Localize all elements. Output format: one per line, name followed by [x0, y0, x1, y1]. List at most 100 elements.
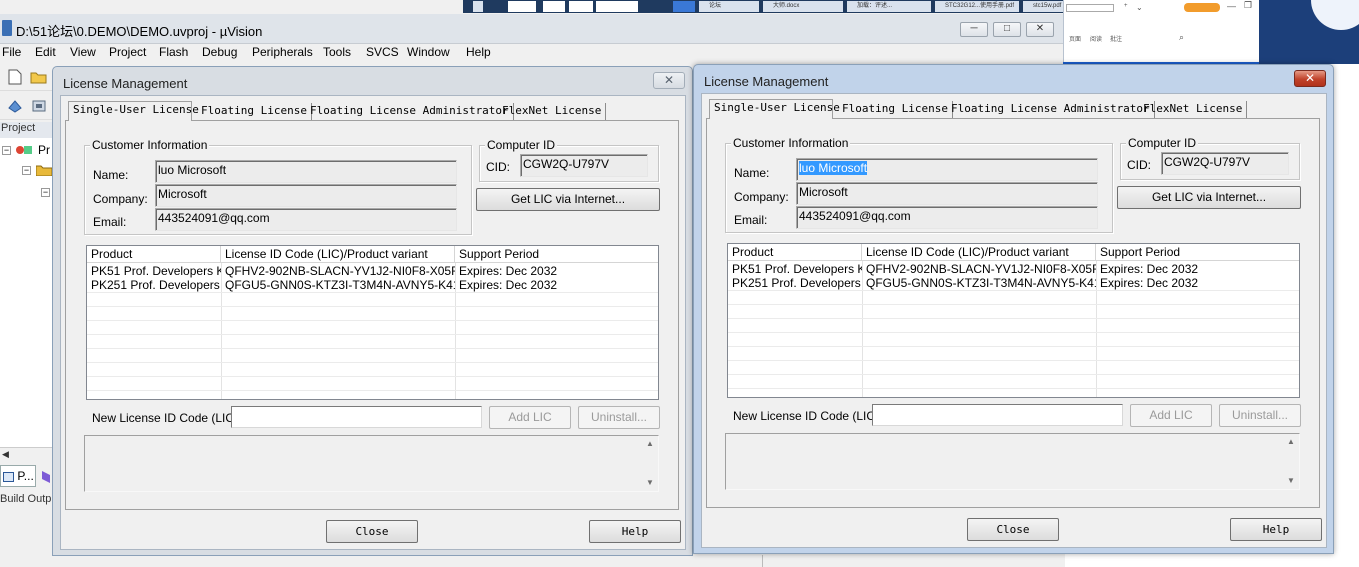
bg-tab[interactable]	[596, 1, 638, 12]
bg-tab[interactable]	[1066, 4, 1114, 12]
close-button[interactable]: Close	[967, 518, 1059, 541]
menu-tools[interactable]: Tools	[323, 45, 351, 59]
column-header-support-period[interactable]: Support Period	[1096, 244, 1299, 261]
email-field[interactable]: 443524091@qq.com	[155, 208, 457, 231]
tab-single-user-license[interactable]: Single-User License	[68, 101, 199, 121]
ribbon-item[interactable]: 批注	[1110, 34, 1122, 43]
tab-floating-license-administrator[interactable]: Floating License Administrator	[306, 103, 514, 120]
tree-collapse-icon[interactable]: −	[22, 166, 31, 175]
add-lic-button[interactable]: Add LIC	[489, 406, 571, 429]
restore-icon[interactable]: ❐	[1244, 0, 1252, 11]
bg-tab[interactable]: 加载：评述...	[847, 1, 931, 12]
ribbon-item[interactable]: 阅读	[1090, 34, 1102, 43]
translate-icon[interactable]	[7, 98, 23, 114]
column-header-product[interactable]: Product	[87, 246, 221, 263]
tree-collapse-icon[interactable]: −	[2, 146, 11, 155]
bg-tab[interactable]	[508, 1, 536, 12]
tab-project[interactable]: P...	[0, 465, 36, 487]
table-row[interactable]: PK51 Prof. Developers Kit QFHV2-902NB-SL…	[87, 264, 658, 278]
cid-field[interactable]: CGW2Q-U797V	[1161, 152, 1289, 175]
status-vscrollbar[interactable]: ▲ ▼	[642, 436, 658, 491]
menu-window[interactable]: Window	[407, 45, 450, 59]
project-tree-item[interactable]: Pr	[38, 143, 50, 157]
help-button[interactable]: Help	[1230, 518, 1322, 541]
bg-tab-active[interactable]	[673, 1, 695, 12]
product-license-list[interactable]: Product License ID Code (LIC)/Product va…	[727, 243, 1300, 398]
bg-tab[interactable]	[543, 1, 565, 12]
search-icon[interactable]: ⌕	[1179, 32, 1184, 43]
license-status-textbox[interactable]: ▲ ▼	[725, 433, 1300, 490]
tab-flexnet-license[interactable]: FlexNet License	[498, 103, 607, 120]
menu-peripherals[interactable]: Peripherals	[252, 45, 313, 59]
table-row[interactable]: PK51 Prof. Developers Kit QFHV2-902NB-SL…	[728, 262, 1299, 276]
row-gridline	[728, 304, 1299, 305]
email-field[interactable]: 443524091@qq.com	[796, 206, 1098, 229]
status-vscrollbar[interactable]: ▲ ▼	[1283, 434, 1299, 489]
new-file-icon[interactable]	[8, 69, 24, 85]
tab-single-user-license[interactable]: Single-User License	[709, 99, 840, 119]
build-icon[interactable]	[31, 98, 47, 114]
bg-badge[interactable]	[1184, 3, 1220, 12]
minimize-button[interactable]: ─	[960, 22, 988, 37]
bg-tab[interactable]: stc15w.pdf	[1023, 1, 1063, 12]
column-header-support-period[interactable]: Support Period	[455, 246, 658, 263]
column-header-lic[interactable]: License ID Code (LIC)/Product variant	[862, 244, 1096, 261]
column-header-product[interactable]: Product	[728, 244, 862, 261]
menu-debug[interactable]: Debug	[202, 45, 237, 59]
scroll-left-icon[interactable]: ◀	[2, 449, 9, 460]
bg-tab[interactable]: 论坛	[699, 1, 759, 12]
company-field[interactable]: Microsoft	[155, 184, 457, 207]
plus-icon[interactable]: +	[1124, 3, 1128, 9]
dialog-close-button[interactable]: ✕	[653, 72, 685, 89]
tab-floating-license[interactable]: Floating License	[197, 103, 312, 120]
minimize-icon[interactable]: —	[1227, 1, 1236, 11]
column-header-lic[interactable]: License ID Code (LIC)/Product variant	[221, 246, 455, 263]
new-lic-input[interactable]	[231, 406, 482, 428]
scroll-up-icon[interactable]: ▲	[1287, 438, 1295, 446]
menu-edit[interactable]: Edit	[35, 45, 56, 59]
maximize-button[interactable]: □	[993, 22, 1021, 37]
tab-flexnet-license[interactable]: FlexNet License	[1139, 101, 1248, 118]
scroll-down-icon[interactable]: ▼	[646, 479, 654, 487]
get-lic-via-internet-button[interactable]: Get LIC via Internet...	[1117, 186, 1301, 209]
add-lic-button[interactable]: Add LIC	[1130, 404, 1212, 427]
name-field[interactable]: luo Microsoft	[796, 158, 1098, 181]
menu-view[interactable]: View	[70, 45, 96, 59]
help-button[interactable]: Help	[589, 520, 681, 543]
bg-tab[interactable]	[569, 1, 593, 12]
tree-collapse-icon[interactable]: −	[41, 188, 50, 197]
project-tree[interactable]: − Pr − −	[0, 138, 53, 448]
menu-svcs[interactable]: SVCS	[366, 45, 399, 59]
name-field[interactable]: luo Microsoft	[155, 160, 457, 183]
chevron-down-icon[interactable]: ⌄	[1136, 3, 1143, 12]
tab-floating-license[interactable]: Floating License	[838, 101, 953, 118]
new-lic-input[interactable]	[872, 404, 1123, 426]
menu-help[interactable]: Help	[466, 45, 491, 59]
bg-tab[interactable]: STC32G12...使用手册.pdf	[935, 1, 1019, 12]
ribbon-item[interactable]: 页面	[1069, 34, 1081, 43]
close-button[interactable]: Close	[326, 520, 418, 543]
table-row[interactable]: PK251 Prof. Developers Kit QFGU5-GNN0S-K…	[728, 276, 1299, 290]
product-license-list[interactable]: Product License ID Code (LIC)/Product va…	[86, 245, 659, 400]
books-tab-icon[interactable]	[40, 469, 52, 485]
uninstall-button[interactable]: Uninstall...	[578, 406, 660, 429]
menu-file[interactable]: File	[2, 45, 21, 59]
company-field[interactable]: Microsoft	[796, 182, 1098, 205]
dialog-close-button[interactable]: ✕	[1294, 70, 1326, 87]
open-folder-icon[interactable]	[30, 69, 47, 85]
uninstall-button[interactable]: Uninstall...	[1219, 404, 1301, 427]
menu-flash[interactable]: Flash	[159, 45, 188, 59]
table-row[interactable]: PK251 Prof. Developers Kit QFGU5-GNN0S-K…	[87, 278, 658, 292]
tab-floating-license-administrator[interactable]: Floating License Administrator	[947, 101, 1155, 118]
project-panel-header: Project	[0, 122, 52, 138]
bg-tab[interactable]: 大师.docx	[763, 1, 843, 12]
cid-field[interactable]: CGW2Q-U797V	[520, 154, 648, 177]
scroll-up-icon[interactable]: ▲	[646, 440, 654, 448]
menu-project[interactable]: Project	[109, 45, 146, 59]
project-hscrollbar[interactable]: ◀	[0, 447, 52, 461]
get-lic-via-internet-button[interactable]: Get LIC via Internet...	[476, 188, 660, 211]
bg-tab[interactable]	[473, 1, 483, 12]
license-status-textbox[interactable]: ▲ ▼	[84, 435, 659, 492]
ide-close-button[interactable]: ✕	[1026, 22, 1054, 37]
scroll-down-icon[interactable]: ▼	[1287, 477, 1295, 485]
